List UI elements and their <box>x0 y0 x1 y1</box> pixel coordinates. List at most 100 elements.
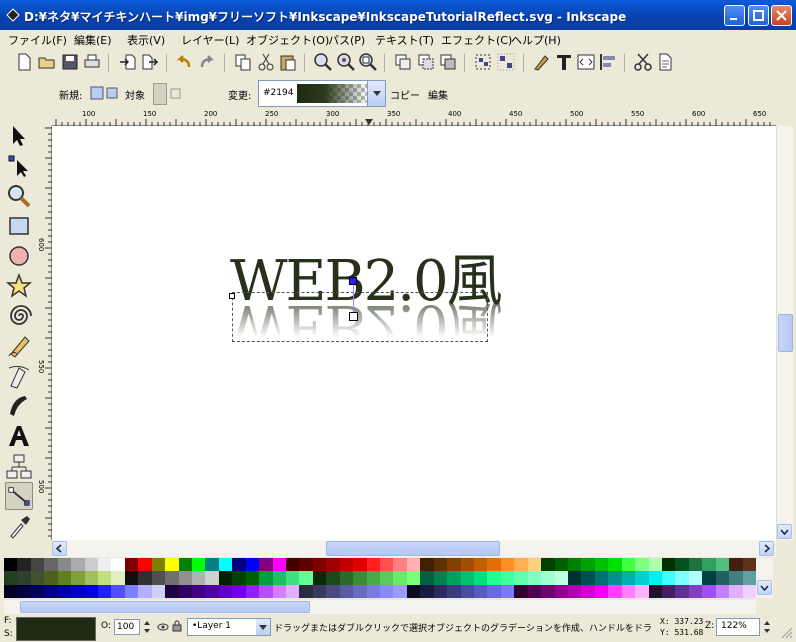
palette-swatch[interactable] <box>44 584 58 598</box>
palette-swatch[interactable] <box>299 558 313 572</box>
zoom-spin-icon[interactable] <box>762 619 772 635</box>
palette-swatch[interactable] <box>312 558 327 572</box>
gradient-select[interactable]: #2194 <box>258 80 386 107</box>
palette-swatch[interactable] <box>742 571 756 585</box>
palette-swatch[interactable] <box>218 584 233 598</box>
palette-swatch[interactable] <box>688 558 703 572</box>
palette-swatch[interactable] <box>514 584 528 598</box>
zoom-drawing-icon[interactable] <box>336 52 356 72</box>
palette-swatch[interactable] <box>729 558 743 572</box>
palette-swatch[interactable] <box>742 558 756 572</box>
palette-swatch[interactable] <box>541 584 555 598</box>
menu-edit[interactable]: 編集(E) <box>74 32 112 48</box>
palette-swatch[interactable] <box>487 571 501 585</box>
palette-swatch[interactable] <box>272 571 286 585</box>
palette-swatch[interactable] <box>98 571 112 585</box>
dropper-tool-icon[interactable] <box>5 512 33 540</box>
palette-swatch[interactable] <box>474 558 488 572</box>
palette-swatch[interactable] <box>393 558 407 572</box>
gradient-corner-handle[interactable] <box>229 293 235 299</box>
horizontal-scrollbar[interactable] <box>52 540 776 557</box>
palette-swatch[interactable] <box>621 571 636 585</box>
linear-gradient-icon[interactable] <box>90 86 104 100</box>
paste-icon[interactable] <box>278 52 298 72</box>
chevron-down-icon[interactable] <box>256 619 270 635</box>
fill-stroke-icon[interactable] <box>532 52 552 72</box>
zoom-input[interactable]: 122% <box>716 618 760 636</box>
palette-swatch[interactable] <box>648 584 662 598</box>
palette-swatch[interactable] <box>527 571 542 585</box>
palette-swatch[interactable] <box>460 571 474 585</box>
pen-tool-icon[interactable] <box>5 362 33 390</box>
palette-swatch[interactable] <box>299 571 313 585</box>
palette-swatch[interactable] <box>259 558 273 572</box>
palette-swatch[interactable] <box>57 584 72 598</box>
palette-swatch[interactable] <box>380 571 394 585</box>
gradient-end-handle[interactable] <box>349 312 358 321</box>
palette-swatch[interactable] <box>84 558 98 572</box>
fill-target-toggle[interactable] <box>153 83 167 105</box>
palette-swatch[interactable] <box>688 571 703 585</box>
star-tool-icon[interactable] <box>5 272 33 300</box>
zoom-tool-icon[interactable] <box>5 182 33 210</box>
fill-color-swatch[interactable] <box>16 617 96 641</box>
palette-swatch[interactable] <box>594 584 609 598</box>
palette-swatch[interactable] <box>232 571 246 585</box>
rectangle-tool-icon[interactable] <box>5 212 33 240</box>
palette-swatch[interactable] <box>124 584 139 598</box>
gradient-tool-icon[interactable] <box>5 482 33 510</box>
palette-swatch[interactable] <box>366 558 380 572</box>
palette-swatch[interactable] <box>138 584 152 598</box>
palette-swatch[interactable] <box>259 571 273 585</box>
palette-swatch[interactable] <box>393 584 407 598</box>
palette-swatch[interactable] <box>353 558 367 572</box>
palette-swatch[interactable] <box>111 558 125 572</box>
open-icon[interactable] <box>37 52 57 72</box>
palette-swatch[interactable] <box>702 584 716 598</box>
palette-swatch[interactable] <box>4 571 18 585</box>
palette-swatch[interactable] <box>245 584 260 598</box>
palette-swatch[interactable] <box>702 558 716 572</box>
palette-swatch[interactable] <box>57 558 72 572</box>
palette-swatch[interactable] <box>124 558 139 572</box>
palette-swatch[interactable] <box>71 571 85 585</box>
text-font-icon[interactable] <box>554 52 574 72</box>
palette-swatch[interactable] <box>151 584 166 598</box>
xml-editor-icon[interactable] <box>576 52 596 72</box>
palette-swatch[interactable] <box>541 571 555 585</box>
palette-swatch[interactable] <box>232 558 246 572</box>
close-button[interactable] <box>771 5 792 26</box>
palette-swatch[interactable] <box>366 571 380 585</box>
palette-swatch[interactable] <box>581 584 595 598</box>
palette-swatch[interactable] <box>84 584 98 598</box>
palette-swatch[interactable] <box>4 584 18 598</box>
palette-swatch[interactable] <box>44 558 58 572</box>
palette-swatch[interactable] <box>124 571 139 585</box>
palette-swatch[interactable] <box>259 584 273 598</box>
palette-swatch[interactable] <box>30 584 45 598</box>
palette-swatch[interactable] <box>594 571 609 585</box>
palette-swatch[interactable] <box>380 584 394 598</box>
palette-swatch[interactable] <box>635 558 649 572</box>
palette-swatch[interactable] <box>621 584 636 598</box>
calligraphy-tool-icon[interactable] <box>5 392 33 420</box>
palette-swatch[interactable] <box>635 584 649 598</box>
palette-scroll-down-button[interactable] <box>757 580 772 595</box>
radial-gradient-icon[interactable] <box>106 87 118 99</box>
vertical-scrollbar[interactable] <box>776 126 793 540</box>
menu-object[interactable]: オブジェクト(O) <box>246 32 329 48</box>
palette-swatch[interactable] <box>675 571 689 585</box>
palette-swatch[interactable] <box>57 571 72 585</box>
menu-text[interactable]: テキスト(T) <box>375 32 434 48</box>
palette-swatch[interactable] <box>299 584 313 598</box>
palette-swatch[interactable] <box>406 558 421 572</box>
visibility-eye-icon[interactable] <box>157 621 169 633</box>
ellipse-tool-icon[interactable] <box>5 242 33 270</box>
palette-swatch[interactable] <box>272 584 286 598</box>
palette-swatch[interactable] <box>729 571 743 585</box>
palette-swatch[interactable] <box>178 584 192 598</box>
duplicate-icon[interactable] <box>393 52 413 72</box>
menu-path[interactable]: パス(P) <box>328 32 365 48</box>
palette-swatch[interactable] <box>312 584 327 598</box>
palette-swatch[interactable] <box>420 584 434 598</box>
